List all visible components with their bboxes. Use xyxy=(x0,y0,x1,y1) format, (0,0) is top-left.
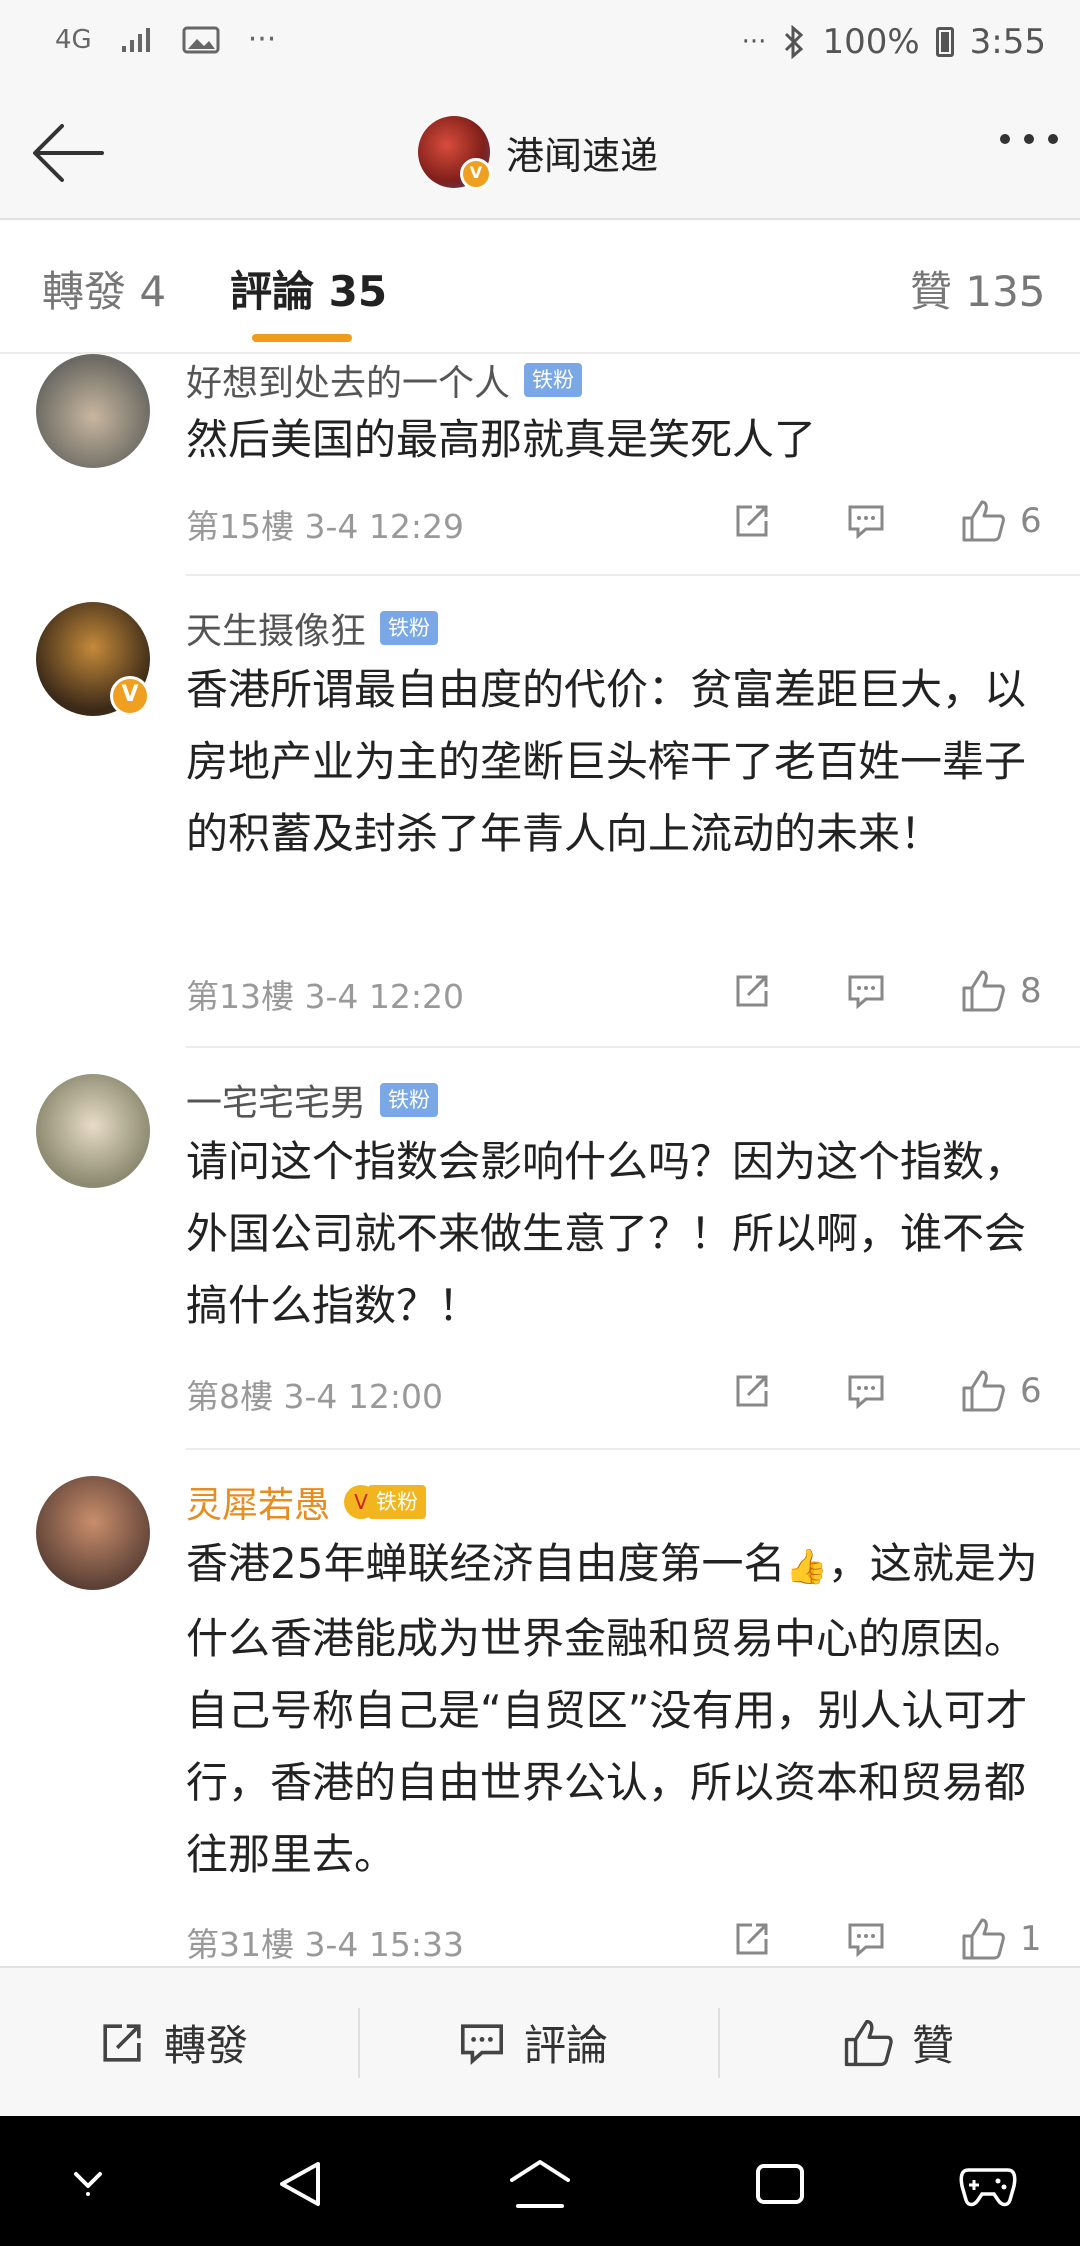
divider xyxy=(358,2008,360,2078)
tab-comments[interactable]: 評論 35 xyxy=(230,258,387,319)
like-button[interactable]: 6 xyxy=(960,498,1042,544)
comment-text-part: 香港25年蝉联经济自由度第一名 xyxy=(186,1539,786,1588)
like-count: 1 xyxy=(1020,1919,1042,1959)
share-icon[interactable] xyxy=(732,971,772,1011)
fan-badge-group: V 铁粉 xyxy=(344,1485,427,1519)
divider xyxy=(186,1046,1080,1048)
share-icon xyxy=(103,2023,141,2062)
status-right: ··· 100% 3:55 xyxy=(742,22,1046,62)
fan-badge: 铁粉 xyxy=(524,363,583,397)
comment-meta: 第13樓 3-4 12:20 xyxy=(186,977,464,1016)
comment-text: 然后美国的最高那就真是笑死人了 xyxy=(186,415,817,464)
repost-button[interactable]: 轉發 xyxy=(98,2012,248,2073)
interaction-tabs: 轉發 4 評論 35 贊 135 xyxy=(0,220,1080,354)
home-icon[interactable] xyxy=(508,2156,572,2212)
fan-badge: 铁粉 xyxy=(380,611,439,645)
comment-meta: 第31樓 3-4 15:33 xyxy=(186,1925,464,1964)
username[interactable]: 好想到处去的一个人 xyxy=(186,354,510,406)
battery-percent: 100% xyxy=(822,22,920,62)
comment-icon xyxy=(461,2023,503,2065)
image-icon xyxy=(182,26,220,53)
verified-badge-icon: V xyxy=(110,676,150,716)
battery-icon xyxy=(935,27,954,57)
like-main-button[interactable]: 贊 xyxy=(842,2012,954,2073)
thumbs-up-emoji-icon: 👍 xyxy=(785,1547,828,1587)
comment-actions: 8 xyxy=(732,968,1042,1014)
divider xyxy=(186,574,1080,576)
user-avatar[interactable] xyxy=(36,1476,150,1590)
reply-icon[interactable] xyxy=(846,501,886,541)
bluetooth-icon xyxy=(785,25,804,59)
game-controller-icon[interactable] xyxy=(958,2156,1018,2212)
verified-badge-icon: V xyxy=(460,158,492,190)
reply-icon[interactable] xyxy=(846,1371,886,1411)
like-button[interactable]: 6 xyxy=(960,1368,1042,1414)
comment-text: 香港25年蝉联经济自由度第一名👍，这就是为什么香港能成为世界金融和贸易中心的原因… xyxy=(186,1528,1046,1891)
tab-likes[interactable]: 贊 135 xyxy=(910,258,1046,319)
user-avatar[interactable]: V xyxy=(36,602,150,716)
fan-badge: 铁粉 xyxy=(368,1485,427,1519)
comment-button[interactable]: 評論 xyxy=(458,2012,608,2073)
username[interactable]: 一宅宅宅男 xyxy=(186,1074,366,1126)
divider xyxy=(718,2008,720,2078)
username-row: 好想到处去的一个人 铁粉 xyxy=(186,354,583,406)
comment-actions: 1 xyxy=(732,1916,1042,1962)
like-label: 贊 xyxy=(912,2021,955,2070)
comment-meta: 第8樓 3-4 12:00 xyxy=(186,1377,443,1416)
fan-badge: 铁粉 xyxy=(380,1083,439,1117)
account-header[interactable]: V 港闻速递 xyxy=(418,116,658,190)
signal-icon xyxy=(121,27,150,52)
comment-list[interactable]: 好想到处去的一个人 铁粉 然后美国的最高那就真是笑死人了 第15樓 3-4 12… xyxy=(0,352,1080,1966)
more-options-icon[interactable] xyxy=(1000,134,1058,144)
like-count: 8 xyxy=(1020,971,1042,1011)
reply-icon[interactable] xyxy=(846,1919,886,1959)
recent-apps-icon[interactable] xyxy=(752,2156,808,2212)
thumbs-up-icon[interactable] xyxy=(960,498,1006,544)
account-name[interactable]: 港闻速递 xyxy=(506,125,658,180)
bottom-action-bar: 轉發 評論 贊 xyxy=(0,1966,1080,2118)
share-icon[interactable] xyxy=(732,1371,772,1411)
active-tab-indicator xyxy=(252,334,352,342)
repost-label: 轉發 xyxy=(164,2021,249,2070)
user-avatar[interactable] xyxy=(36,1074,150,1188)
comment-actions: 6 xyxy=(732,498,1042,544)
divider xyxy=(186,1448,1080,1450)
overflow-dots: ··· xyxy=(741,27,767,57)
share-icon[interactable] xyxy=(732,1919,772,1959)
comment-label: 評論 xyxy=(524,2021,609,2070)
thumbs-up-icon[interactable] xyxy=(960,1368,1006,1414)
username-row: 灵犀若愚 V 铁粉 xyxy=(186,1476,427,1528)
user-avatar[interactable] xyxy=(36,354,150,468)
status-bar: 4G ··· ··· 100% 3:55 xyxy=(0,0,1080,90)
more-icon: ··· xyxy=(247,22,277,57)
thumbs-up-icon[interactable] xyxy=(960,1916,1006,1962)
status-left: 4G ··· xyxy=(55,22,276,57)
comment-text-part: ，这就是为什么香港能成为世界金融和贸易中心的原因。自己号称自己是“自贸区”没有用… xyxy=(186,1539,1038,1879)
comment-meta: 第15樓 3-4 12:29 xyxy=(186,507,464,546)
system-navigation-bar xyxy=(0,2116,1080,2246)
comment-actions: 6 xyxy=(732,1368,1042,1414)
tab-reposts[interactable]: 轉發 4 xyxy=(42,258,166,319)
share-icon[interactable] xyxy=(732,501,772,541)
reply-icon[interactable] xyxy=(846,971,886,1011)
clock: 3:55 xyxy=(969,22,1046,62)
thumbs-up-icon[interactable] xyxy=(960,968,1006,1014)
top-nav-bar: V 港闻速递 xyxy=(0,90,1080,220)
like-count: 6 xyxy=(1020,1371,1042,1411)
like-button[interactable]: 1 xyxy=(960,1916,1042,1962)
back-icon[interactable] xyxy=(272,2156,328,2212)
username[interactable]: 天生摄像狂 xyxy=(186,602,366,654)
like-count: 6 xyxy=(1020,501,1042,541)
account-avatar[interactable]: V xyxy=(418,116,492,190)
back-arrow-icon[interactable] xyxy=(28,120,108,186)
username-row: 天生摄像狂 铁粉 xyxy=(186,602,439,654)
thumbs-up-icon xyxy=(844,2019,893,2066)
network-indicator: 4G xyxy=(55,24,92,55)
comment-text: 请问这个指数会影响什么吗？因为这个指数，外国公司就不来做生意了？！所以啊，谁不会… xyxy=(186,1137,1027,1330)
comment-text: 香港所谓最自由度的代价：贫富差距巨大，以房地产业为主的垄断巨头榨干了老百姓一辈子… xyxy=(186,665,1027,858)
hide-keyboard-icon[interactable] xyxy=(66,2156,110,2200)
username-row: 一宅宅宅男 铁粉 xyxy=(186,1074,439,1126)
like-button[interactable]: 8 xyxy=(960,968,1042,1014)
username[interactable]: 灵犀若愚 xyxy=(186,1476,330,1528)
